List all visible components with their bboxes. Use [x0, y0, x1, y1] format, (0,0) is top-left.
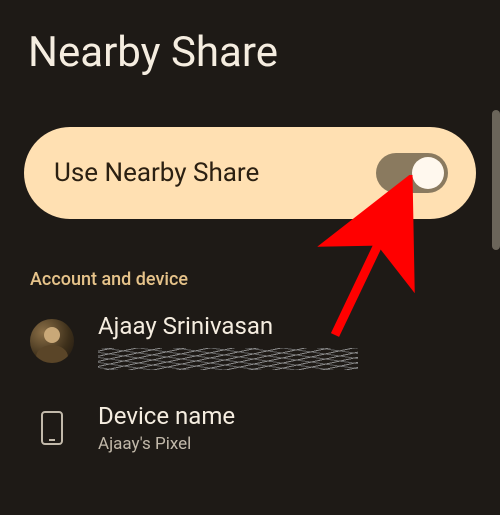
account-email-redacted [98, 348, 358, 370]
phone-icon [30, 406, 74, 450]
account-name: Ajaay Srinivasan [98, 312, 358, 340]
scrollbar[interactable] [492, 110, 500, 250]
use-nearby-share-label: Use Nearby Share [54, 158, 259, 188]
use-nearby-share-toggle[interactable] [376, 153, 448, 193]
device-name-value: Ajaay's Pixel [98, 434, 235, 454]
use-nearby-share-row[interactable]: Use Nearby Share [24, 127, 476, 219]
device-name-row[interactable]: Device name Ajaay's Pixel [0, 380, 500, 464]
account-row[interactable]: Ajaay Srinivasan [0, 290, 500, 380]
section-header-account-device: Account and device [30, 269, 500, 290]
avatar [30, 319, 74, 363]
toggle-thumb [412, 157, 444, 189]
page-title: Nearby Share [0, 0, 500, 77]
device-name-label: Device name [98, 402, 235, 430]
